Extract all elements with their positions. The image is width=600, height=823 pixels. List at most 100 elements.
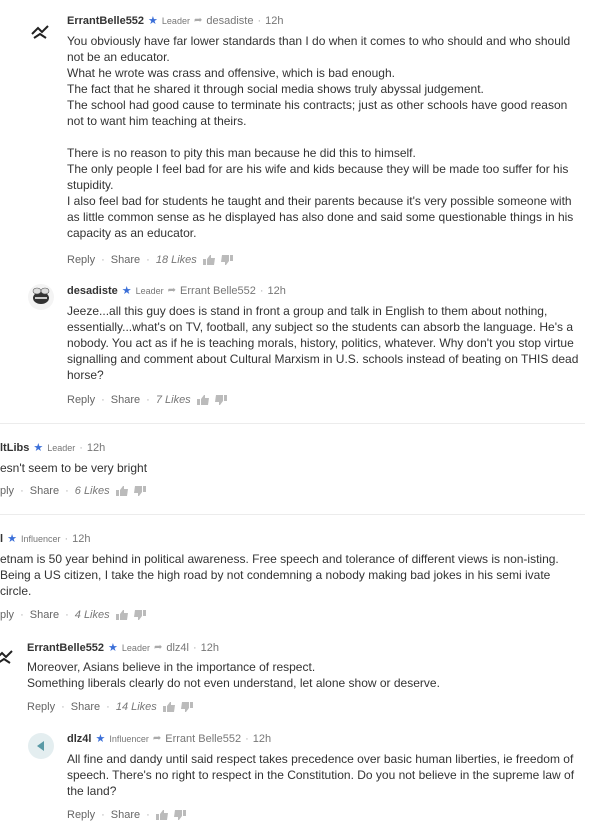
thumbs-down-icon[interactable] (180, 702, 193, 712)
share-button[interactable]: Share (30, 609, 59, 621)
comment-paragraph: There is no reason to pity this man beca… (67, 146, 416, 160)
separator-dot: · (245, 732, 249, 745)
star-icon: ★ (148, 15, 158, 27)
timestamp: 12h (267, 284, 286, 297)
thumbs-down-icon[interactable] (133, 486, 146, 496)
share-button[interactable]: Share (111, 254, 140, 266)
timestamp: 12h (86, 441, 106, 454)
reply-to-user[interactable]: dlz4l (166, 642, 189, 654)
reply-button[interactable]: Reply (67, 254, 95, 266)
reply-arrow-icon: ➦ (153, 642, 163, 653)
star-icon: ★ (33, 442, 44, 454)
reply-button[interactable]: Reply (67, 809, 95, 821)
comment-actions: Reply · Share · 7 Likes (67, 394, 227, 406)
avatar[interactable] (0, 645, 18, 671)
reply-arrow-icon: ➦ (167, 285, 177, 296)
comment-meta: ErrantBelle552 ★ Leader ➦ dlz4l · 12h (27, 641, 219, 655)
user-badge: Leader (161, 15, 190, 26)
user-badge: Leader (135, 285, 164, 296)
reply-to-user[interactable]: Errant Belle552 (180, 285, 256, 297)
avatar[interactable] (28, 733, 54, 759)
comment-paragraph: You obviously have far lower standards t… (67, 34, 571, 64)
divider (0, 514, 585, 515)
thumbs-down-icon[interactable] (214, 395, 227, 405)
like-count: 7 Likes (155, 394, 191, 406)
user-badge: Leader (121, 642, 150, 653)
comment-body: etnam is 50 year behind in political awa… (0, 551, 560, 599)
comment-actions: Reply · Share · (67, 809, 186, 821)
separator-dot: · (64, 532, 69, 545)
comment-body: Moreover, Asians believe in the importan… (27, 659, 587, 691)
like-count: 14 Likes (115, 701, 157, 713)
thumbs-up-icon[interactable] (115, 610, 128, 620)
username[interactable]: desadiste (67, 285, 118, 297)
comment-paragraph: Jeeze...all this guy does is stand in fr… (67, 304, 579, 382)
reply-button[interactable]: Reply (67, 394, 95, 406)
comment-actions: ply · Share · 4 Likes (0, 609, 146, 621)
reply-button[interactable]: ply (0, 609, 14, 621)
avatar-bee-icon (31, 25, 49, 39)
reply-button[interactable]: Reply (27, 701, 55, 713)
reply-button[interactable]: ply (0, 485, 14, 497)
reply-to-user[interactable]: Errant Belle552 (165, 733, 241, 745)
comment-body: Jeeze...all this guy does is stand in fr… (67, 303, 587, 383)
thumbs-down-icon[interactable] (133, 610, 146, 620)
timestamp: 12h (72, 532, 91, 545)
comment-actions: Reply · Share · 14 Likes (27, 701, 193, 713)
user-badge: Influencer (20, 533, 61, 544)
username[interactable]: ltLibs (0, 442, 29, 454)
timestamp: 12h (200, 641, 219, 654)
separator-dot: · (259, 284, 264, 297)
like-count: 4 Likes (74, 609, 110, 621)
comment-body: esn't seem to be very bright (0, 460, 585, 476)
comment-body: All fine and dandy until said respect ta… (67, 751, 587, 799)
username[interactable]: ErrantBelle552 (27, 642, 104, 654)
comment-paragraph: All fine and dandy until said respect ta… (67, 752, 575, 798)
user-badge: Leader (47, 442, 76, 453)
comment-actions: Reply · Share · 18 Likes (67, 254, 233, 266)
avatar-bee-icon (0, 650, 13, 664)
username[interactable]: ErrantBelle552 (67, 15, 144, 27)
star-icon: ★ (95, 733, 106, 745)
timestamp: 12h (265, 14, 284, 27)
comment-meta: l ★ Influencer · 12h (0, 532, 91, 546)
comment-paragraph: esn't seem to be very bright (0, 461, 148, 475)
avatar-arrow-icon (37, 741, 44, 751)
comment-meta: desadiste ★ Leader ➦ Errant Belle552 · 1… (67, 284, 286, 298)
reply-arrow-icon: ➦ (193, 15, 203, 26)
star-icon: ★ (7, 533, 17, 545)
thumbs-up-icon[interactable] (155, 810, 168, 820)
avatar-bee-icon (32, 287, 50, 304)
like-count: 6 Likes (74, 485, 110, 497)
reply-to-user[interactable]: desadiste (206, 15, 253, 27)
star-icon: ★ (121, 285, 132, 297)
star-icon: ★ (108, 642, 118, 654)
avatar[interactable] (28, 284, 54, 310)
share-button[interactable]: Share (111, 394, 140, 406)
comment-actions: ply · Share · 6 Likes (0, 485, 146, 497)
thumbs-up-icon[interactable] (202, 255, 215, 265)
like-count: 18 Likes (155, 254, 197, 266)
separator-dot: · (79, 441, 83, 454)
comment-paragraph: I also feel bad for students he taught a… (67, 194, 574, 240)
divider (0, 423, 585, 424)
username[interactable]: dlz4l (67, 733, 91, 745)
share-button[interactable]: Share (111, 809, 140, 821)
share-button[interactable]: Share (71, 701, 100, 713)
avatar[interactable] (28, 20, 54, 46)
thumbs-down-icon[interactable] (220, 255, 233, 265)
thumbs-up-icon[interactable] (162, 702, 175, 712)
comment-paragraph: etnam is 50 year behind in political awa… (0, 552, 559, 598)
comment-paragraph: The school had good cause to terminate h… (67, 98, 568, 128)
thumbs-up-icon[interactable] (196, 395, 209, 405)
comment-paragraph: Moreover, Asians believe in the importan… (27, 660, 316, 674)
timestamp: 12h (252, 732, 272, 745)
thumbs-down-icon[interactable] (173, 810, 186, 820)
separator-dot: · (192, 641, 197, 654)
comment-paragraph: The only people I feel bad for are his w… (67, 162, 569, 192)
comment-paragraph: Something liberals clearly do not even u… (27, 676, 440, 690)
user-badge: Influencer (109, 733, 149, 744)
share-button[interactable]: Share (30, 485, 59, 497)
thumbs-up-icon[interactable] (115, 486, 128, 496)
username[interactable]: l (0, 533, 3, 545)
